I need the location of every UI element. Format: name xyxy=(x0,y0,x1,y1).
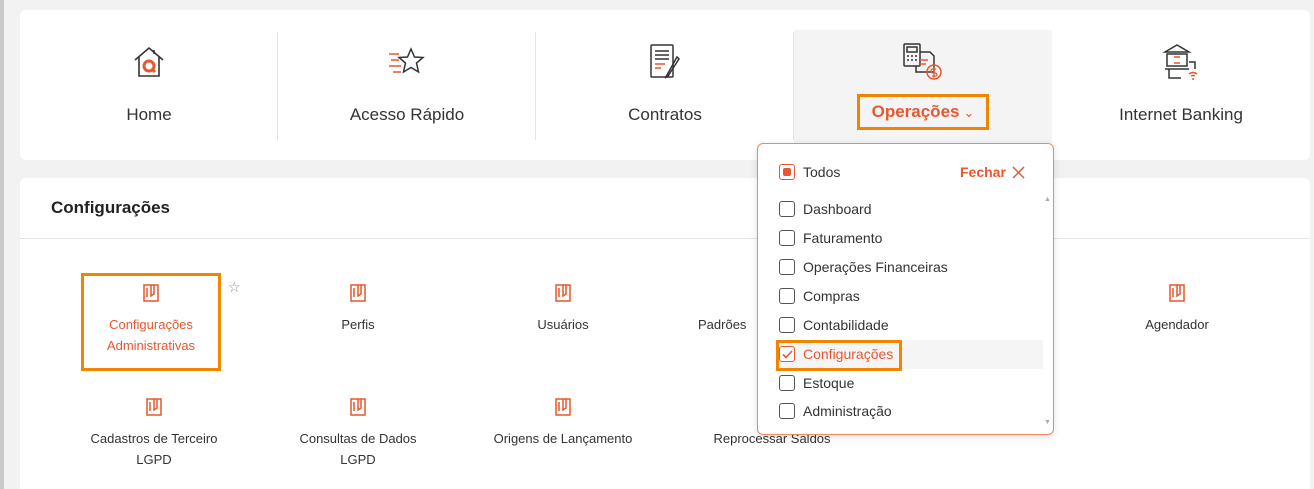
nav-item-contratos[interactable]: Contratos xyxy=(536,10,794,160)
option-label: Operações Financeiras xyxy=(803,259,948,275)
nav-item-operacoes[interactable]: Operações ⌄ xyxy=(794,30,1052,160)
nav-item-acesso-rapido[interactable]: Acesso Rápido xyxy=(278,10,536,160)
top-navigation: Home Acesso Rápido Contratos Operações ⌄… xyxy=(20,10,1310,160)
contract-icon xyxy=(647,38,683,86)
close-button[interactable]: Fechar xyxy=(960,164,1025,180)
book-icon xyxy=(555,398,571,416)
checkbox-indeterminate-icon[interactable] xyxy=(779,164,795,180)
option-label: Dashboard xyxy=(803,201,872,217)
book-icon xyxy=(350,284,366,302)
option-administracao[interactable]: Administração xyxy=(779,403,892,419)
favorite-star-icon[interactable]: ☆ xyxy=(228,279,241,296)
nav-item-home[interactable]: Home xyxy=(20,10,278,160)
tile-cadastros-de-terceiro-lgpd[interactable]: Cadastros de Terceiro LGPD xyxy=(84,398,224,470)
operacoes-dropdown: Todos Fechar ▲ Dashboard Faturamento Ope… xyxy=(757,143,1054,435)
tile-consultas-de-dados-lgpd[interactable]: Consultas de Dados LGPD xyxy=(288,398,428,470)
checkbox-icon[interactable] xyxy=(779,288,795,304)
book-icon xyxy=(146,398,162,416)
tile-label: Cadastros de Terceiro LGPD xyxy=(90,431,218,467)
option-label: Administração xyxy=(803,403,892,419)
bank-icon xyxy=(1161,38,1201,86)
tile-label: Origens de Lançamento xyxy=(493,431,633,446)
nav-label-acesso-rapido: Acesso Rápido xyxy=(349,105,465,124)
option-label: Faturamento xyxy=(803,230,883,246)
option-label: Contabilidade xyxy=(803,317,889,333)
checkbox-icon[interactable] xyxy=(779,317,795,333)
nav-label-operacoes[interactable]: Operações ⌄ xyxy=(856,94,990,130)
chevron-down-icon: ⌄ xyxy=(963,105,975,120)
tile-label: Padrões xyxy=(698,317,747,332)
tile-label: Perfis xyxy=(341,317,375,332)
scroll-up-arrow-icon[interactable]: ▲ xyxy=(1044,196,1051,203)
checkbox-icon[interactable] xyxy=(779,259,795,275)
tile-usuarios[interactable]: Usuários xyxy=(493,284,633,335)
divider xyxy=(20,238,1310,239)
star-speed-icon xyxy=(387,38,427,86)
scroll-down-arrow-icon[interactable]: ▼ xyxy=(1044,419,1051,426)
checkbox-icon[interactable] xyxy=(779,230,795,246)
option-estoque[interactable]: Estoque xyxy=(779,375,854,391)
option-contabilidade[interactable]: Contabilidade xyxy=(779,317,889,333)
book-icon xyxy=(350,398,366,416)
option-label: Compras xyxy=(803,288,860,304)
tile-padroes[interactable]: Padrões xyxy=(698,284,758,335)
tile-origens-de-lancamento[interactable]: Origens de Lançamento xyxy=(478,398,648,449)
option-operacoes-financeiras[interactable]: Operações Financeiras xyxy=(779,259,948,275)
checkbox-icon[interactable] xyxy=(779,403,795,419)
tile-perfis[interactable]: Perfis xyxy=(288,284,428,335)
home-icon xyxy=(132,38,166,86)
option-label: Estoque xyxy=(803,375,855,391)
close-icon xyxy=(1012,165,1025,179)
nav-label-operacoes-text: Operações xyxy=(871,102,960,121)
close-label: Fechar xyxy=(960,164,1006,180)
book-icon xyxy=(1169,284,1185,302)
book-icon xyxy=(143,284,159,302)
tile-agendador[interactable]: Agendador xyxy=(1107,284,1247,335)
configuracoes-panel: Configurações Configurações Administrati… xyxy=(20,178,1310,489)
tile-label: Consultas de Dados LGPD xyxy=(299,431,417,467)
checkbox-icon[interactable] xyxy=(779,375,795,391)
option-dashboard[interactable]: Dashboard xyxy=(779,201,872,217)
nav-label-internet-banking: Internet Banking xyxy=(1119,105,1243,124)
tile-label: Configurações Administrativas xyxy=(106,317,196,353)
selection-highlight-box xyxy=(776,340,902,371)
checkbox-icon[interactable] xyxy=(779,201,795,217)
operations-icon xyxy=(902,38,944,86)
checkbox-label: Todos xyxy=(803,164,841,180)
nav-label-contratos: Contratos xyxy=(628,105,702,124)
book-icon xyxy=(555,284,571,302)
left-edge-border xyxy=(0,0,4,489)
nav-label-home: Home xyxy=(126,105,172,124)
option-compras[interactable]: Compras xyxy=(779,288,860,304)
tile-label: Usuários xyxy=(537,317,589,332)
checkbox-todos[interactable]: Todos xyxy=(779,164,840,180)
tile-label: Agendador xyxy=(1145,317,1209,332)
nav-item-internet-banking[interactable]: Internet Banking xyxy=(1052,10,1310,160)
tile-configuracoes-administrativas[interactable]: Configurações Administrativas xyxy=(81,273,221,371)
option-faturamento[interactable]: Faturamento xyxy=(779,230,882,246)
page-title: Configurações xyxy=(51,198,171,217)
